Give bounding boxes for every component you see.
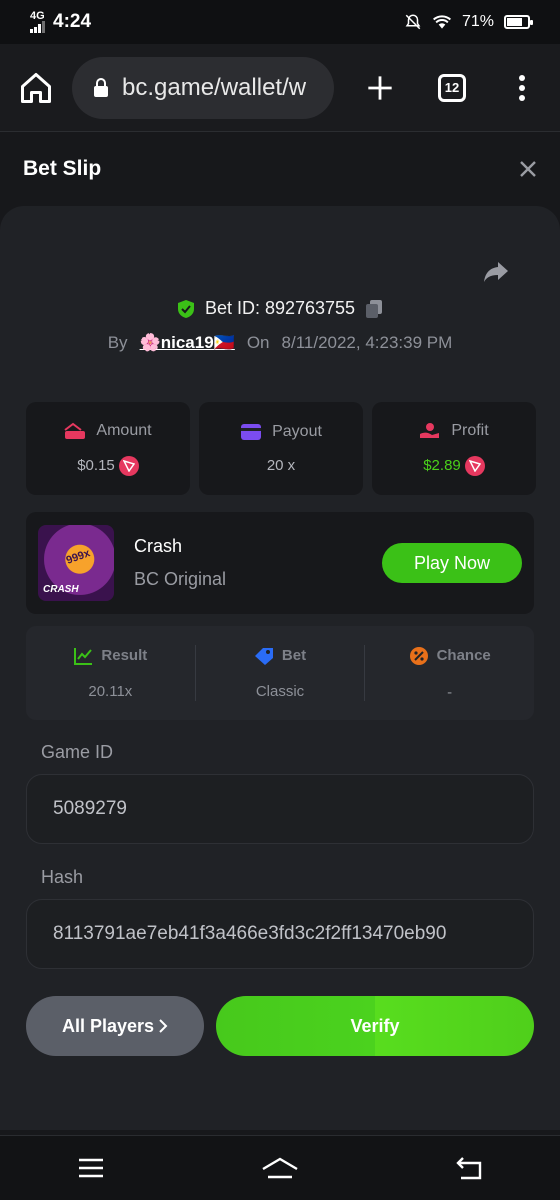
share-icon[interactable] (482, 260, 510, 284)
crash-game-thumbnail: 999x CRASH (38, 525, 114, 601)
bet-slip-title: Bet Slip (23, 157, 102, 180)
browser-toolbar: bc.game/wallet/w 12 (0, 44, 560, 132)
back-icon[interactable] (455, 1156, 483, 1180)
game-id-label: Game ID (41, 742, 114, 762)
system-nav-bar (0, 1135, 560, 1200)
trx-coin-icon (118, 455, 139, 476)
stat-profit-value: $2.89 (423, 457, 461, 474)
status-bar: 4G 4:24 71% (0, 0, 560, 44)
network-type: 4G (30, 10, 45, 22)
stat-payout-value: 20 x (266, 457, 296, 474)
play-now-button[interactable]: Play Now (382, 543, 522, 583)
game-info: Crash BC Original (134, 536, 226, 590)
bet-datetime: 8/11/2022, 4:23:39 PM (281, 333, 453, 352)
tab-switcher-button[interactable]: 12 (438, 73, 466, 102)
close-button[interactable] (519, 154, 537, 184)
amount-icon (64, 422, 86, 439)
battery-icon (504, 15, 533, 29)
hash-field[interactable]: 8113791ae7eb41f3a466e3fd3c2f2ff13470eb90 (26, 899, 534, 969)
bet-slip-header: Bet Slip (0, 132, 560, 206)
stat-payout-value-row: 20 x (267, 457, 295, 474)
stat-amount: Amount $0.15 (26, 402, 190, 495)
stat-payout-label: Payout (272, 423, 322, 440)
result-head: Result (73, 647, 147, 665)
network-indicator: 4G (30, 11, 45, 33)
bet-type-label: Bet (281, 647, 307, 664)
new-tab-icon[interactable] (366, 74, 394, 102)
trx-coin-icon (464, 455, 485, 476)
home-icon[interactable] (18, 70, 54, 106)
profit-hand-icon (420, 422, 440, 438)
stat-amount-label: Amount (96, 421, 152, 439)
stat-amount-value-row: $0.15 (77, 455, 139, 476)
stat-amount-value: $0.15 (77, 457, 115, 474)
copy-icon[interactable] (365, 299, 383, 319)
bet-id: Bet ID: 892763755 (204, 298, 356, 318)
stat-profit-label: Profit (451, 421, 489, 439)
status-time: 4:24 (53, 11, 92, 32)
more-menu-icon[interactable] (518, 74, 526, 102)
bell-off-icon (405, 14, 421, 30)
game-card: 999x CRASH Crash BC Original Play Now (26, 512, 534, 614)
stat-payout-head: Payout (240, 423, 322, 441)
bet-slip-card: Bet ID: 892763755 By 🌸nica19🇵🇭 On 8/11/2… (0, 206, 560, 1130)
chance-label: Chance (436, 647, 491, 664)
status-right: 71% (404, 13, 533, 31)
chart-up-icon (74, 647, 93, 665)
bet-type-head: Bet (254, 647, 306, 665)
stat-amount-head: Amount (64, 421, 152, 440)
card-icon (241, 424, 262, 440)
result-column: Result 20.11x (26, 645, 195, 701)
stat-profit-head: Profit (419, 421, 489, 440)
wifi-icon (432, 15, 451, 29)
tag-icon (254, 647, 273, 665)
percent-icon (409, 646, 428, 665)
address-bar[interactable]: bc.game/wallet/w (72, 56, 334, 119)
game-id-field[interactable]: 5089279 (26, 774, 534, 844)
bet-type-column: Bet Classic (194, 645, 365, 701)
close-icon (520, 161, 536, 177)
recent-apps-icon[interactable] (77, 1158, 105, 1178)
chance-head: Chance (409, 646, 491, 666)
stat-payout: Payout 20 x (199, 402, 363, 495)
by-label: By (107, 333, 128, 352)
all-players-button[interactable]: All Players (26, 996, 204, 1056)
thumbnail-badge: 999x (64, 547, 92, 567)
game-name: Crash (134, 536, 183, 556)
shield-check-icon (177, 299, 194, 318)
chevron-right-icon (159, 1019, 168, 1033)
all-players-label: All Players (61, 1015, 155, 1036)
game-subtitle: BC Original (134, 569, 227, 589)
username-link[interactable]: 🌸nica19🇵🇭 (140, 333, 235, 353)
stat-profit-value-row: $2.89 (423, 455, 485, 476)
chance-value: - (447, 683, 453, 701)
on-label: On (246, 333, 270, 352)
chance-column: Chance - (364, 645, 534, 701)
bet-id-row: Bet ID: 892763755 (0, 298, 560, 319)
bet-meta-row: By 🌸nica19🇵🇭 On 8/11/2022, 4:23:39 PM (0, 333, 560, 353)
bet-type-value: Classic (255, 682, 305, 700)
result-label: Result (101, 647, 148, 664)
stat-profit: Profit $2.89 (372, 402, 536, 495)
verify-button[interactable]: Verify (216, 996, 534, 1056)
status-left: 4G 4:24 (30, 11, 91, 33)
result-value: 20.11x (88, 682, 133, 700)
thumbnail-label: CRASH (43, 584, 79, 595)
tab-count: 12 (444, 80, 460, 95)
bet-stats: Amount $0.15 Payout 20 x Profit $2.89 (26, 402, 536, 495)
signal-icon (30, 21, 45, 33)
lock-icon (94, 77, 108, 97)
result-card: Result 20.11x Bet Classic Chance - (26, 626, 534, 720)
hash-label: Hash (41, 867, 84, 887)
battery-percent: 71% (461, 13, 494, 30)
home-nav-icon[interactable] (260, 1156, 300, 1180)
url-text: bc.game/wallet/w (122, 73, 307, 101)
